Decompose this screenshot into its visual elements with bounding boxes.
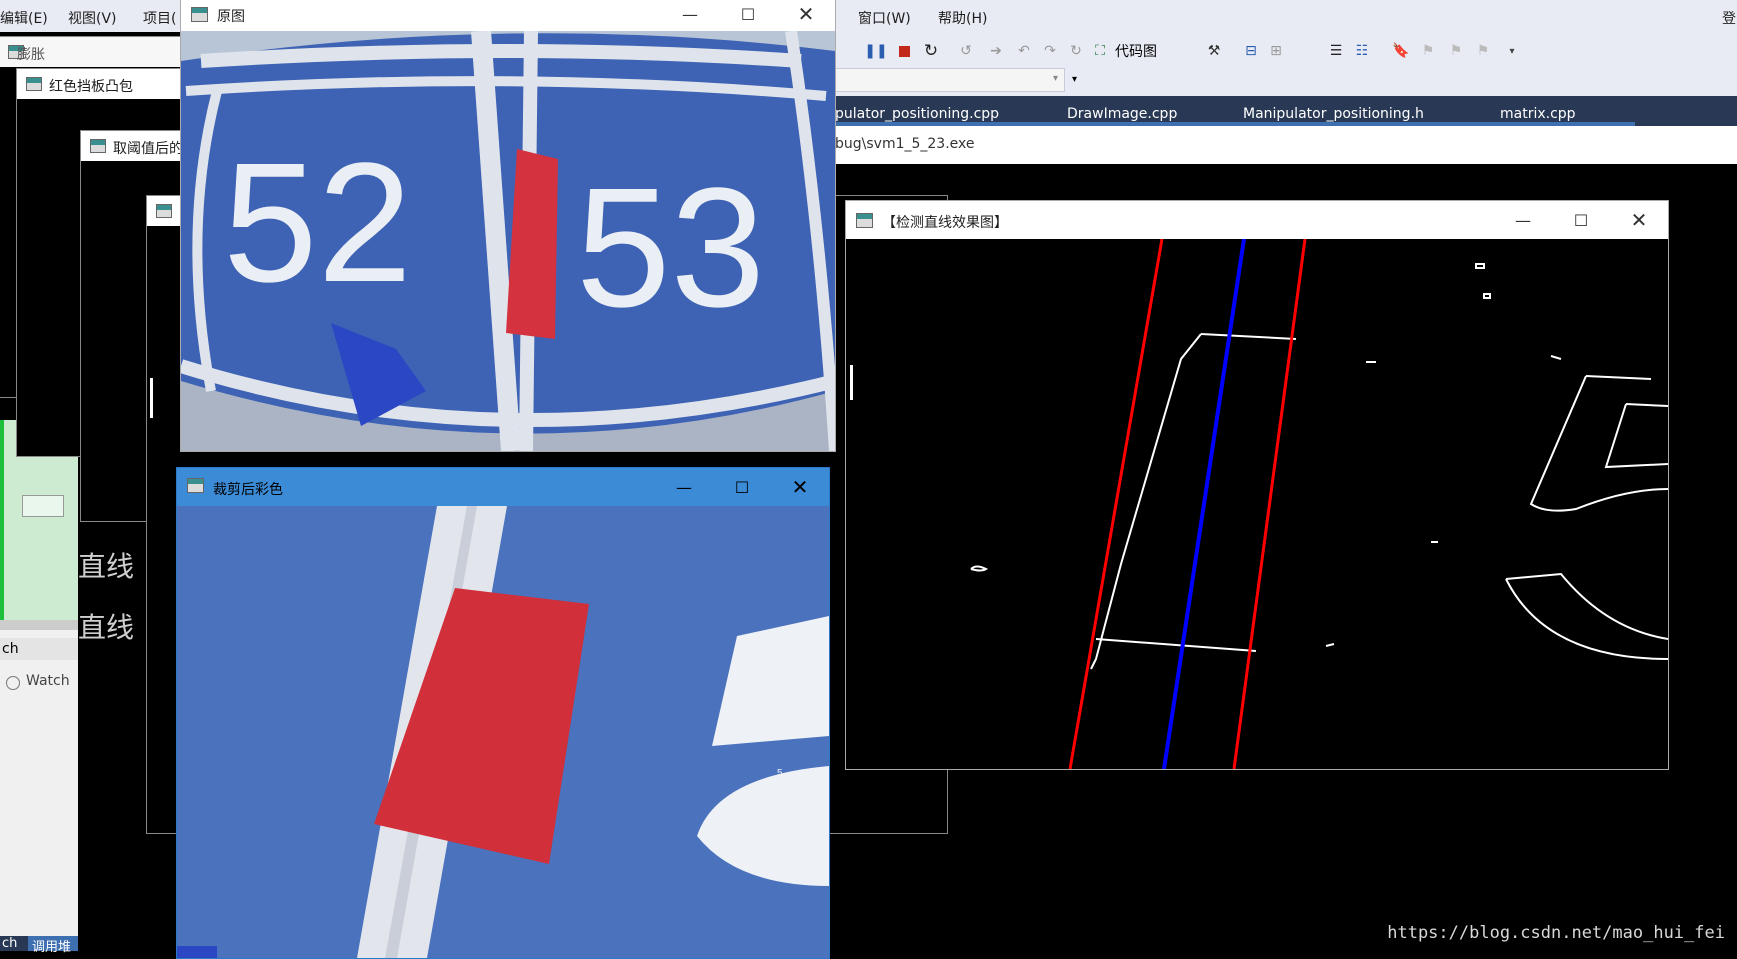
menu-project[interactable]: 项目(	[143, 8, 176, 28]
line-detect-image	[846, 239, 1668, 769]
cropped-title: 裁剪后彩色	[213, 482, 283, 498]
line-detect-window[interactable]: 【检测直线效果图】 — ☐ ✕	[845, 200, 1669, 770]
tab-positioning-cpp[interactable]: pulator_positioning.cpp	[835, 106, 999, 122]
menu-edit[interactable]: 编辑(E)	[0, 8, 48, 28]
codemap-label[interactable]: 代码图	[1115, 41, 1157, 61]
bookmark-icon[interactable]: 🔖	[1390, 40, 1412, 62]
debug-location-icon[interactable]: ⊟	[1240, 40, 1262, 62]
minimize-icon[interactable]: —	[1494, 201, 1552, 239]
overflow-icon[interactable]: ▾	[1501, 40, 1523, 62]
compare-icon[interactable]: ⊞	[1265, 40, 1287, 62]
stop-icon[interactable]	[893, 40, 915, 62]
codemap-icon[interactable]: ⛶	[1089, 40, 1111, 62]
step-into-icon[interactable]: ➔	[985, 40, 1007, 62]
original-title: 原图	[217, 9, 245, 25]
outdent-icon[interactable]: ☷	[1351, 40, 1373, 62]
console-line: 直线	[78, 550, 135, 583]
step-out-icon[interactable]: ↷	[1039, 40, 1061, 62]
line-detect-title: 【检测直线效果图】	[882, 215, 1008, 231]
chevron-down-icon[interactable]: ▾	[1072, 74, 1077, 85]
console-line: 直线	[78, 611, 135, 644]
window-icon	[187, 478, 204, 493]
indent-icon[interactable]: ☰	[1325, 40, 1347, 62]
clear-bookmark-icon[interactable]: ⚑	[1472, 40, 1494, 62]
window-icon	[856, 213, 873, 228]
tab-matrix[interactable]: matrix.cpp	[1500, 106, 1576, 122]
show-next-statement-icon[interactable]: ↺	[955, 40, 977, 62]
window-icon	[156, 204, 172, 218]
step-over-icon[interactable]: ↶	[1013, 40, 1035, 62]
close-icon[interactable]: ✕	[771, 468, 829, 506]
menu-help[interactable]: 帮助(H)	[938, 8, 987, 28]
convex-title: 红色挡板凸包	[49, 79, 133, 95]
console-title-bar: bug\svm1_5_23.exe	[835, 126, 1737, 164]
minimize-icon[interactable]: —	[661, 0, 719, 31]
cropped-number: 5	[777, 768, 783, 779]
window-icon	[26, 77, 42, 91]
console-path: bug\svm1_5_23.exe	[835, 136, 975, 152]
window-icon	[191, 7, 208, 22]
watch-label: Watch	[26, 673, 70, 689]
next-bookmark-icon[interactable]: ⚑	[1445, 40, 1467, 62]
close-icon[interactable]: ✕	[1610, 201, 1668, 239]
tools-icon[interactable]: ⚒	[1203, 40, 1225, 62]
pause-icon[interactable]: ❚❚	[864, 40, 887, 62]
editor-tabbar: pulator_positioning.cpp DrawImage.cpp Ma…	[835, 96, 1737, 126]
road-number-52: 52	[223, 128, 412, 318]
minimize-icon[interactable]: —	[655, 468, 713, 506]
maximize-icon[interactable]: ☐	[719, 0, 777, 31]
watch-radio[interactable]	[6, 676, 20, 690]
chevron-down-icon: ▾	[1052, 73, 1058, 84]
original-window[interactable]: 原图 — ☐ ✕ 52 53	[180, 0, 836, 452]
solution-platform-combo[interactable]: ▾	[835, 68, 1065, 92]
bottom-tab-a[interactable]: ch	[2, 936, 17, 951]
maximize-icon[interactable]: ☐	[713, 468, 771, 506]
tab-positioning-h[interactable]: Manipulator_positioning.h	[1243, 106, 1424, 122]
close-icon[interactable]: ✕	[777, 0, 835, 31]
threshold-title: 取阈值后的	[113, 141, 183, 157]
menu-window[interactable]: 窗口(W)	[858, 8, 911, 28]
left-panel: ch Watch ch 调用堆	[0, 420, 78, 955]
cropped-image: 5	[177, 506, 829, 958]
maximize-icon[interactable]: ☐	[1552, 201, 1610, 239]
bottom-tab-callstack[interactable]: 调用堆	[32, 936, 71, 955]
restart-icon[interactable]: ↻	[920, 40, 942, 62]
menu-login[interactable]: 登	[1722, 8, 1736, 28]
window-icon	[90, 139, 106, 153]
watermark: https://blog.csdn.net/mao_hui_fei	[1387, 923, 1725, 943]
cropped-window[interactable]: 裁剪后彩色 — ☐ ✕ 5	[176, 467, 830, 959]
tab-drawimage[interactable]: DrawImage.cpp	[1067, 106, 1177, 122]
menu-view[interactable]: 视图(V)	[68, 8, 117, 28]
panel-label: ch	[2, 641, 19, 657]
dilate-title: 膨胀	[17, 47, 45, 63]
redo-icon[interactable]: ↻	[1065, 40, 1087, 62]
original-image: 52 53	[181, 31, 835, 451]
prev-bookmark-icon[interactable]: ⚑	[1417, 40, 1439, 62]
road-number-53: 53	[576, 153, 765, 343]
